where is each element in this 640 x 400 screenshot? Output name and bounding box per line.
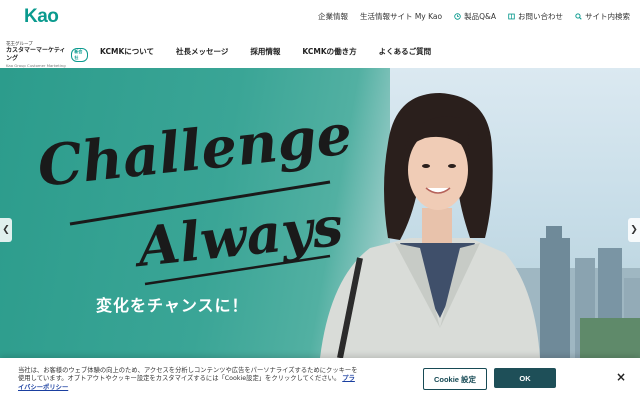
carousel-next-button[interactable]: ❯ xyxy=(628,218,640,242)
top-bar: Kao 企業情報 生活情報サイト My Kao 製品Q&A お問い合わせ サイト… xyxy=(0,0,640,34)
utility-link-search[interactable]: サイト内検索 xyxy=(575,11,630,22)
cookie-text-block: 当社は、お客様のウェブ体験の向上のため、アクセスを分析しコンテンツや広告をパーソ… xyxy=(18,367,358,392)
close-icon[interactable]: × xyxy=(616,370,626,384)
clock-icon xyxy=(454,13,461,20)
hero-tagline: 変化をチャンスに！ xyxy=(96,296,249,315)
chevron-left-icon: ❮ xyxy=(2,225,10,235)
brand-name-text: カスタマーマーケティング xyxy=(6,47,66,62)
kao-logo[interactable]: Kao xyxy=(24,6,59,28)
utility-link-contact[interactable]: お問い合わせ xyxy=(508,11,563,22)
book-icon xyxy=(508,13,515,20)
chevron-right-icon: ❯ xyxy=(630,225,638,235)
nav-item-work-style[interactable]: KCMKの働き方 xyxy=(302,46,356,57)
cookie-banner: 当社は、お客様のウェブ体験の向上のため、アクセスを分析しコンテンツや広告をパーソ… xyxy=(0,358,640,400)
main-nav: 花王グループ カスタマーマーケティング 新会社 Kao Group Custom… xyxy=(0,34,640,69)
brand-name: カスタマーマーケティング 新会社 xyxy=(6,47,88,63)
utility-link-mykao[interactable]: 生活情報サイト My Kao xyxy=(360,11,442,22)
utility-link-label: お問い合わせ xyxy=(518,12,563,21)
carousel-prev-button[interactable]: ❮ xyxy=(0,218,12,242)
utility-link-label: 製品Q&A xyxy=(464,12,496,21)
search-icon xyxy=(575,13,582,20)
headline-line2: Always xyxy=(130,194,346,280)
nav-item-recruit[interactable]: 採用情報 xyxy=(250,46,280,57)
nav-links: KCMKについて 社長メッセージ 採用情報 KCMKの働き方 よくあるご質問 xyxy=(100,46,431,57)
utility-link-corporate[interactable]: 企業情報 xyxy=(318,11,348,22)
nav-item-about[interactable]: KCMKについて xyxy=(100,46,154,57)
utility-link-label: サイト内検索 xyxy=(585,12,630,21)
nav-item-faq[interactable]: よくあるご質問 xyxy=(379,46,432,57)
cookie-settings-button[interactable]: Cookie 設定 xyxy=(423,368,487,390)
utility-link-label: 生活情報サイト My Kao xyxy=(359,12,443,21)
headline-graphic: Challenge, Always xyxy=(35,106,350,286)
cookie-message: 当社は、お客様のウェブ体験の向上のため、アクセスを分析しコンテンツや広告をパーソ… xyxy=(18,367,358,383)
utility-link-label: 企業情報 xyxy=(317,12,348,21)
cookie-ok-button[interactable]: OK xyxy=(494,368,556,388)
brand-tag: 新会社 xyxy=(71,48,88,62)
utility-nav: 企業情報 生活情報サイト My Kao 製品Q&A お問い合わせ サイト内検索 xyxy=(318,11,630,22)
utility-link-product-qa[interactable]: 製品Q&A xyxy=(454,11,496,22)
hero-banner: Challenge, Always 変化をチャンスに！ ❮ ❯ xyxy=(0,68,640,358)
nav-item-president-message[interactable]: 社長メッセージ xyxy=(176,46,228,57)
brand-logo[interactable]: 花王グループ カスタマーマーケティング 新会社 Kao Group Custom… xyxy=(6,42,88,68)
